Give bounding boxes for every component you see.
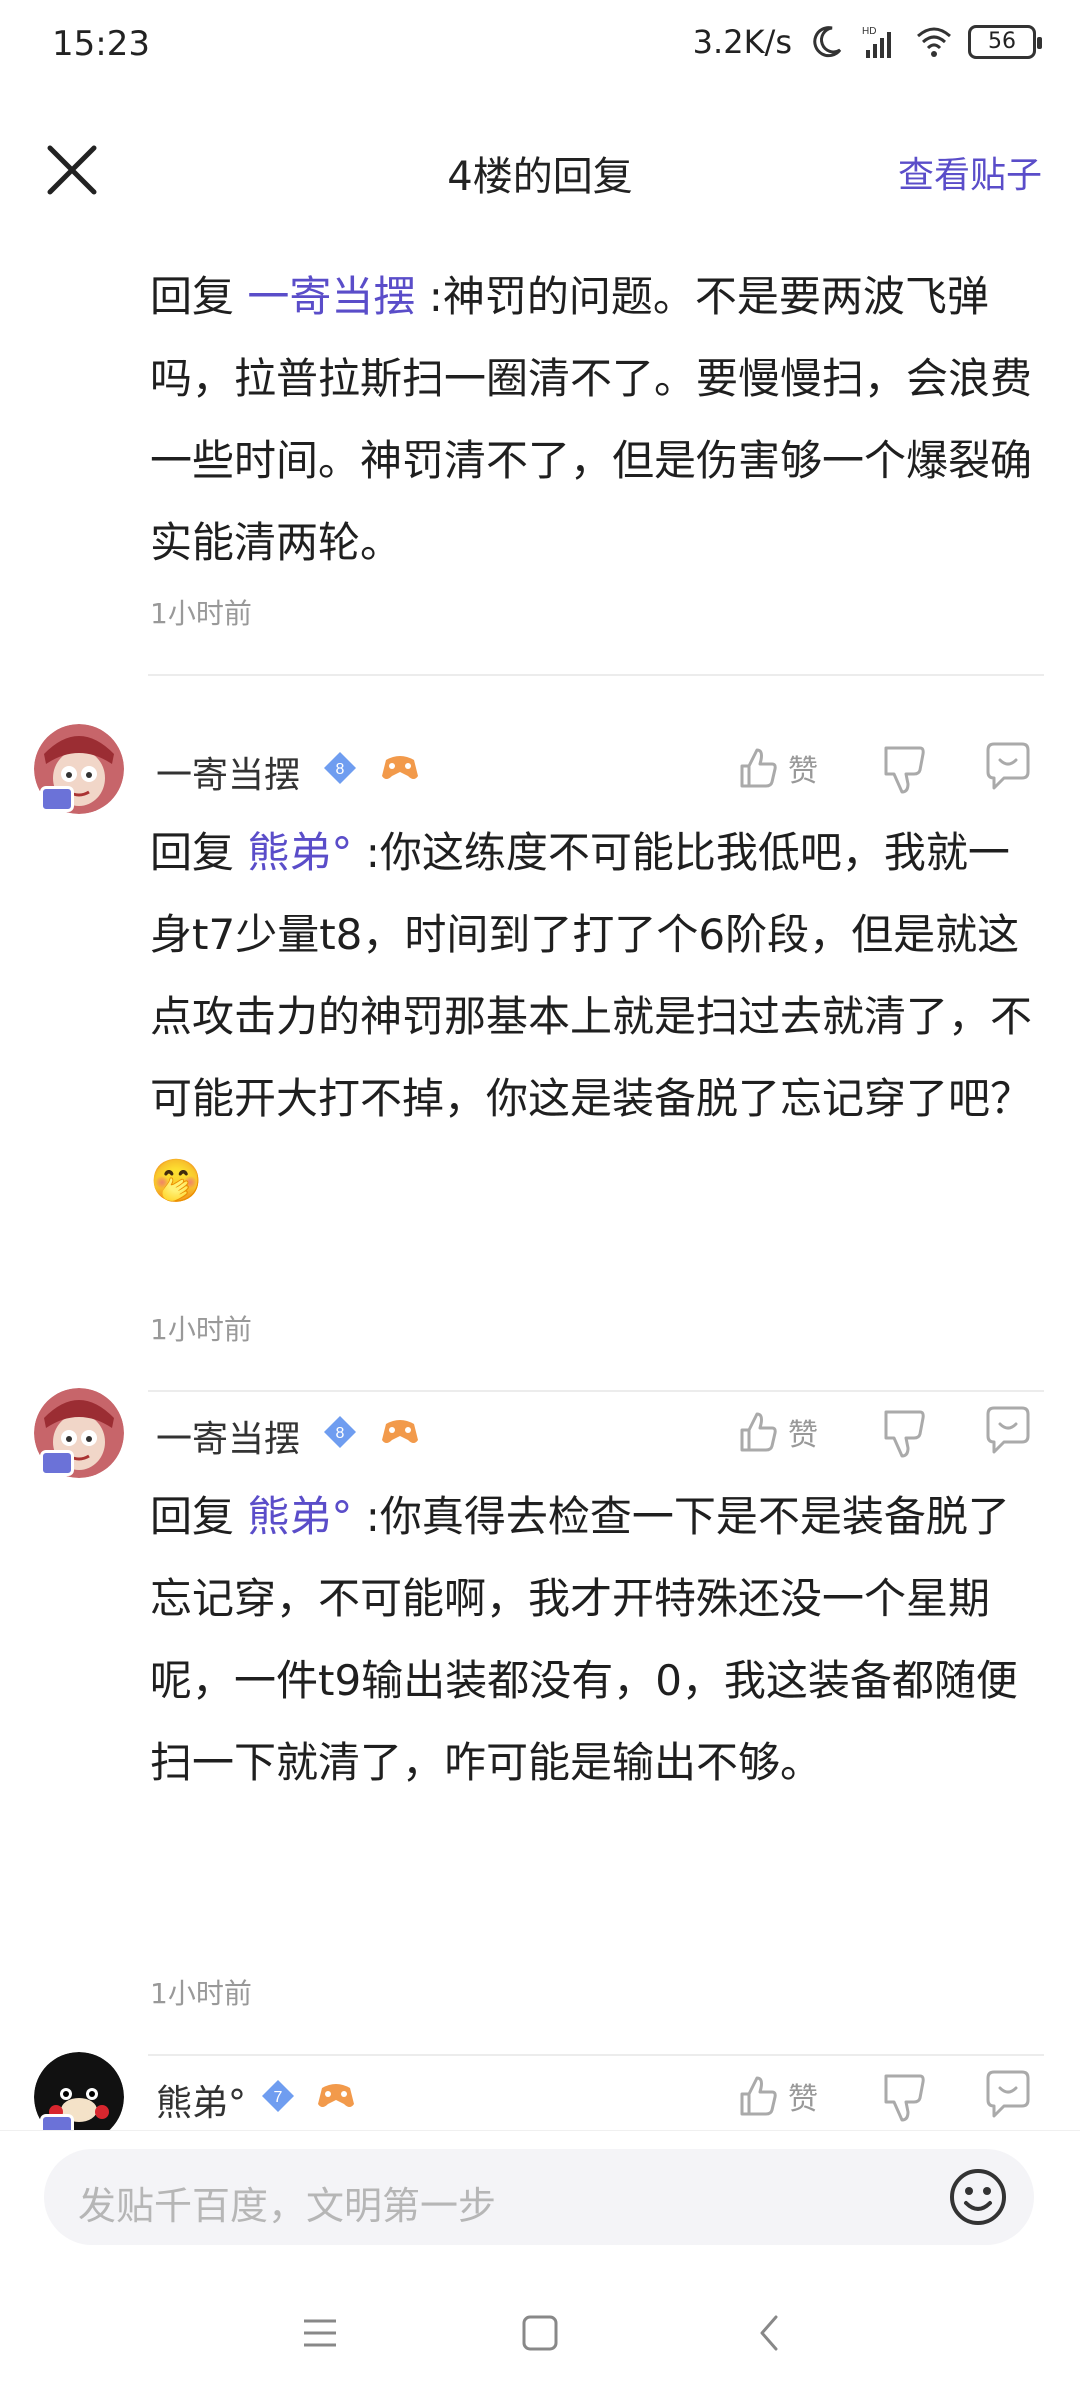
reply-prefix: 回复: [150, 1492, 248, 1541]
reply-list[interactable]: 回复 一寄当摆 :神罚的问题。不是要两波飞弹吗，拉普拉斯扫一圈清不了。要慢慢扫，…: [0, 240, 1080, 2130]
tv-badge-icon: [40, 786, 74, 812]
svg-text:8: 8: [336, 761, 345, 778]
thumbs-up-icon: [740, 2076, 777, 2116]
cover-mouth-emoji: 🤭: [150, 1156, 203, 1205]
reply-text: 回复 熊弟° :你真得去检查一下是不是装备脱了忘记穿，不可能啊，我才开特殊还没一…: [150, 1476, 1040, 1804]
home-icon[interactable]: [510, 2303, 570, 2363]
system-nav-bar: [0, 2265, 1080, 2400]
thumbs-down-icon[interactable]: [876, 1402, 932, 1462]
username[interactable]: 熊弟°: [156, 2074, 246, 2126]
reply-target-user[interactable]: 一寄当摆: [247, 272, 415, 321]
signal-hd-icon: HD: [862, 26, 891, 58]
tv-badge-icon: [40, 1450, 74, 1476]
menu-icon[interactable]: [290, 2303, 350, 2363]
reply-prefix: 回复: [150, 828, 248, 877]
comment-icon[interactable]: [980, 2066, 1036, 2126]
thumbs-up-icon: [740, 1412, 777, 1452]
username[interactable]: 一寄当摆: [156, 1410, 300, 1462]
status-time: 15:23: [52, 24, 150, 64]
user-row: 一寄当摆 8 赞: [0, 724, 1080, 824]
divider: [148, 674, 1044, 676]
reply-target-user[interactable]: 熊弟°: [247, 828, 352, 877]
status-indicators: 3.2K/s HD 56: [692, 22, 1042, 62]
like-button[interactable]: 赞: [736, 2066, 836, 2126]
moon-icon: [813, 26, 842, 58]
user-row: 一寄当摆 8 赞: [0, 1388, 1080, 1488]
gamepad-icon: [318, 2084, 354, 2107]
input-placeholder: 发贴千百度，文明第一步: [78, 2184, 497, 2228]
reply-text: 回复 一寄当摆 :神罚的问题。不是要两波飞弹吗，拉普拉斯扫一圈清不了。要慢慢扫，…: [150, 256, 1040, 584]
timestamp: 1小时前: [150, 1313, 252, 1346]
svg-text:7: 7: [274, 2089, 283, 2106]
battery-icon: 56: [968, 25, 1042, 59]
like-button[interactable]: 赞: [736, 738, 836, 798]
like-label: 赞: [788, 1418, 818, 1453]
view-post-link[interactable]: 查看贴子: [898, 146, 1042, 198]
timestamp: 1小时前: [150, 597, 252, 630]
like-label: 赞: [788, 754, 818, 789]
comment-input-bar: 发贴千百度，文明第一步: [0, 2130, 1080, 2265]
reply-target-user[interactable]: 熊弟°: [247, 1492, 352, 1541]
svg-text:HD: HD: [862, 26, 876, 37]
reply-text: 回复 熊弟° :你这练度不可能比我低吧，我就一身t7少量t8，时间到了打了个6阶…: [150, 812, 1040, 1222]
wifi-icon: [917, 27, 951, 57]
thumbs-down-icon[interactable]: [876, 2066, 932, 2126]
comment-icon[interactable]: [980, 738, 1036, 798]
network-speed: 3.2K/s: [692, 23, 792, 61]
like-label: 赞: [788, 2082, 818, 2117]
back-icon[interactable]: [740, 2303, 800, 2363]
reply-prefix: 回复: [150, 272, 248, 321]
tv-badge-icon: [40, 2114, 74, 2130]
username[interactable]: 一寄当摆: [156, 746, 300, 798]
level-badge-icon: 8: [324, 752, 356, 784]
svg-text:8: 8: [336, 1425, 345, 1442]
timestamp: 1小时前: [150, 1977, 252, 2010]
thumbs-down-icon[interactable]: [876, 738, 932, 798]
level-badge-icon: 8: [324, 1416, 356, 1448]
user-row: 熊弟° 7 赞: [0, 2052, 1080, 2130]
thumbs-up-icon: [740, 748, 777, 788]
header: 4楼的回复 查看贴子: [0, 120, 1080, 220]
like-button[interactable]: 赞: [736, 1402, 836, 1462]
comment-icon[interactable]: [980, 1402, 1036, 1462]
smile-icon[interactable]: [942, 2161, 1014, 2233]
comment-input[interactable]: 发贴千百度，文明第一步: [44, 2149, 1034, 2245]
status-bar: 15:23 3.2K/s HD 56: [0, 0, 1080, 90]
gamepad-icon: [382, 756, 418, 779]
level-badge-icon: 7: [262, 2080, 294, 2112]
gamepad-icon: [382, 1420, 418, 1443]
